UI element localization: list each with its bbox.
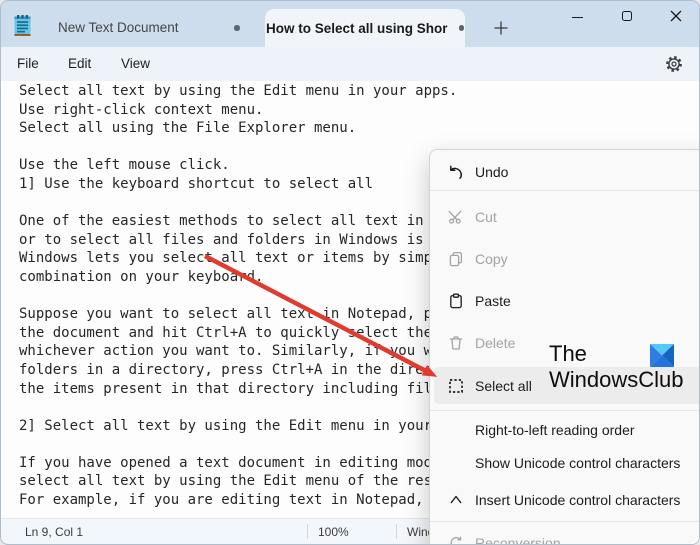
menu-item-label: Show Unicode control characters [475,455,681,471]
statusbar-divider [307,524,308,539]
tab-how-to-select-all[interactable]: How to Select all using Shor [265,9,465,47]
menu-item-label: Delete [475,335,516,351]
menu-item-show-unicode[interactable]: Show Unicode control characters [430,447,699,480]
menu-item-label: Copy [475,251,508,267]
tab-label: How to Select all using Shor [265,20,448,36]
trash-icon [446,334,465,353]
reconversion-icon [446,533,465,544]
menu-separator [430,520,699,522]
titlebar[interactable]: New Text Document How to Select all usin… [1,1,699,47]
windowsclub-logo-icon [650,344,674,367]
maximize-button[interactable] [611,1,643,31]
menu-item-rtl-reading-order[interactable]: Right-to-left reading order [430,413,699,446]
unsaved-dot-icon [458,25,465,31]
minimize-icon [571,16,583,19]
menu-item-label: Select all [475,377,532,394]
menu-separator [430,409,699,411]
menu-item-undo[interactable]: Undo [430,154,699,190]
clipboard-icon [446,292,465,311]
notepad-window: New Text Document How to Select all usin… [0,0,700,545]
menu-view[interactable]: View [121,56,150,71]
new-tab-button[interactable] [493,20,509,36]
watermark-the: The [549,341,587,366]
menu-file[interactable]: File [17,56,39,71]
menu-item-label: Right-to-left reading order [475,421,635,438]
close-icon [670,10,682,22]
menu-item-label: Reconversion [475,534,561,545]
menubar: File Edit View [1,47,699,81]
menu-item-label: Paste [475,293,511,309]
menu-edit[interactable]: Edit [68,56,91,71]
minimize-button[interactable] [561,1,593,31]
notepad-app-icon [13,14,32,37]
statusbar-divider [396,524,397,539]
menu-item-insert-unicode[interactable]: Insert Unicode control characters [430,482,699,517]
zoom-level[interactable]: 100% [318,525,349,539]
menu-separator [430,190,699,191]
caret-icon [446,490,465,509]
undo-icon [446,163,465,182]
select-all-icon [446,376,465,395]
watermark-windowsclub: WindowsClub [549,367,684,392]
menu-item-label: Cut [475,209,497,225]
copy-icon [446,250,465,269]
menu-item-label: Undo [475,164,509,180]
close-button[interactable] [660,1,692,31]
settings-gear-icon[interactable] [664,54,684,74]
menu-item-paste[interactable]: Paste [430,284,699,318]
unsaved-dot-icon [234,25,240,31]
scissors-icon [446,208,465,227]
maximize-icon [621,10,633,22]
menu-item-label: Insert Unicode control characters [475,491,681,508]
menu-item-reconversion[interactable]: Reconversion [430,525,699,545]
menu-item-cut[interactable]: Cut [430,200,699,234]
tab-new-text-document[interactable]: New Text Document [58,20,179,35]
menu-item-copy[interactable]: Copy [430,242,699,276]
cursor-position: Ln 9, Col 1 [25,525,84,539]
